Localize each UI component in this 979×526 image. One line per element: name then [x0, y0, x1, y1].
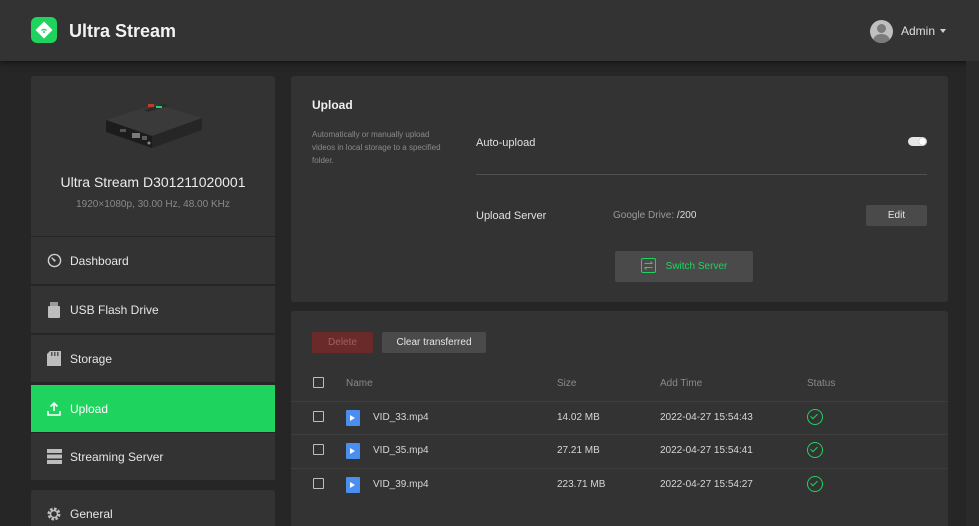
- column-header-status[interactable]: Status: [807, 378, 835, 389]
- video-file-icon: [346, 410, 360, 426]
- wifi-diamond-icon[interactable]: [31, 17, 57, 43]
- check-circle-icon: [807, 442, 823, 458]
- user-menu[interactable]: Admin: [870, 19, 947, 43]
- select-all-checkbox[interactable]: [313, 377, 324, 388]
- sidebar-item-upload[interactable]: Upload: [31, 384, 275, 432]
- file-size: 14.02 MB: [557, 412, 600, 423]
- row-checkbox[interactable]: [313, 444, 324, 455]
- file-name: VID_33.mp4: [373, 412, 429, 423]
- file-size: 27.21 MB: [557, 445, 600, 456]
- panel-description: Automatically or manually upload videos …: [312, 130, 441, 165]
- row-checkbox[interactable]: [313, 478, 324, 489]
- sidebar-item-streaming-server[interactable]: Streaming Server: [31, 432, 275, 480]
- gear-icon: [46, 506, 62, 522]
- upload-settings-panel: Upload Automatically or manually upload …: [291, 76, 948, 302]
- column-header-size[interactable]: Size: [557, 378, 576, 389]
- table-row[interactable]: VID_39.mp4 223.71 MB 2022-04-27 15:54:27: [291, 468, 947, 501]
- dashboard-icon: [46, 253, 62, 269]
- upload-server-label: Upload Server: [476, 210, 547, 222]
- file-name: VID_39.mp4: [373, 479, 429, 490]
- file-size: 223.71 MB: [557, 479, 606, 490]
- table-row[interactable]: VID_35.mp4 27.21 MB 2022-04-27 15:54:41: [291, 434, 947, 467]
- server-name: Google Drive:: [613, 210, 675, 221]
- chevron-down-icon[interactable]: [940, 29, 947, 33]
- server-icon: [46, 449, 62, 465]
- row-checkbox[interactable]: [313, 411, 324, 422]
- switch-server-label: Switch Server: [665, 261, 728, 272]
- user-name[interactable]: Admin: [901, 24, 935, 38]
- sidebar-item-label: General: [70, 506, 113, 521]
- sidebar-item-label: Upload: [70, 401, 109, 416]
- page-scrollbar[interactable]: [966, 61, 979, 526]
- sidebar-item-storage[interactable]: Storage: [31, 334, 275, 382]
- video-file-icon: [346, 477, 360, 493]
- file-list-panel: Delete Clear transferred Name Size Add T…: [291, 311, 948, 526]
- edit-button[interactable]: Edit: [866, 205, 927, 226]
- auto-upload-label: Auto-upload: [476, 137, 536, 149]
- device-card: Ultra Stream D301211020001 1920×1080p, 3…: [31, 76, 275, 236]
- column-header-add-time[interactable]: Add Time: [660, 378, 702, 389]
- switch-icon: [640, 257, 656, 276]
- file-add-time: 2022-04-27 15:54:43: [660, 412, 753, 423]
- sidebar-item-label: Dashboard: [70, 253, 129, 268]
- switch-server-button[interactable]: Switch Server: [615, 251, 753, 282]
- app-title: Ultra Stream: [69, 21, 177, 41]
- sidebar-item-label: Streaming Server: [70, 449, 164, 464]
- file-add-time: 2022-04-27 15:54:27: [660, 479, 753, 490]
- clear-transferred-button[interactable]: Clear transferred: [382, 332, 486, 353]
- check-circle-icon: [807, 476, 823, 492]
- auto-upload-toggle[interactable]: [908, 137, 927, 146]
- sidebar-item-general[interactable]: General: [31, 489, 275, 526]
- sidebar-item-usb-flash-drive[interactable]: USB Flash Drive: [31, 285, 275, 333]
- sd-card-icon: [46, 351, 62, 367]
- delete-button[interactable]: Delete: [312, 332, 373, 353]
- avatar[interactable]: [870, 19, 893, 43]
- file-name: VID_35.mp4: [373, 445, 429, 456]
- panel-title: Upload: [312, 98, 353, 112]
- sidebar-item-label: Storage: [70, 351, 113, 366]
- device-image: [106, 104, 202, 148]
- upload-icon: [46, 401, 62, 417]
- check-circle-icon: [807, 409, 823, 425]
- device-name: Ultra Stream D301211020001: [60, 174, 246, 190]
- file-add-time: 2022-04-27 15:54:41: [660, 445, 753, 456]
- server-path: /200: [676, 210, 697, 221]
- divider: [476, 174, 927, 175]
- sidebar-item-dashboard[interactable]: Dashboard: [31, 236, 275, 284]
- table-row[interactable]: VID_33.mp4 14.02 MB 2022-04-27 15:54:43: [291, 401, 947, 434]
- device-spec: 1920×1080p, 30.00 Hz, 48.00 KHz: [76, 199, 230, 210]
- usb-drive-icon: [46, 301, 62, 318]
- upload-server-value: Google Drive: /200: [613, 210, 696, 221]
- top-bar: Ultra Stream Admin: [0, 0, 979, 61]
- column-header-name[interactable]: Name: [346, 378, 373, 389]
- video-file-icon: [346, 443, 360, 459]
- sidebar-item-label: USB Flash Drive: [70, 302, 159, 317]
